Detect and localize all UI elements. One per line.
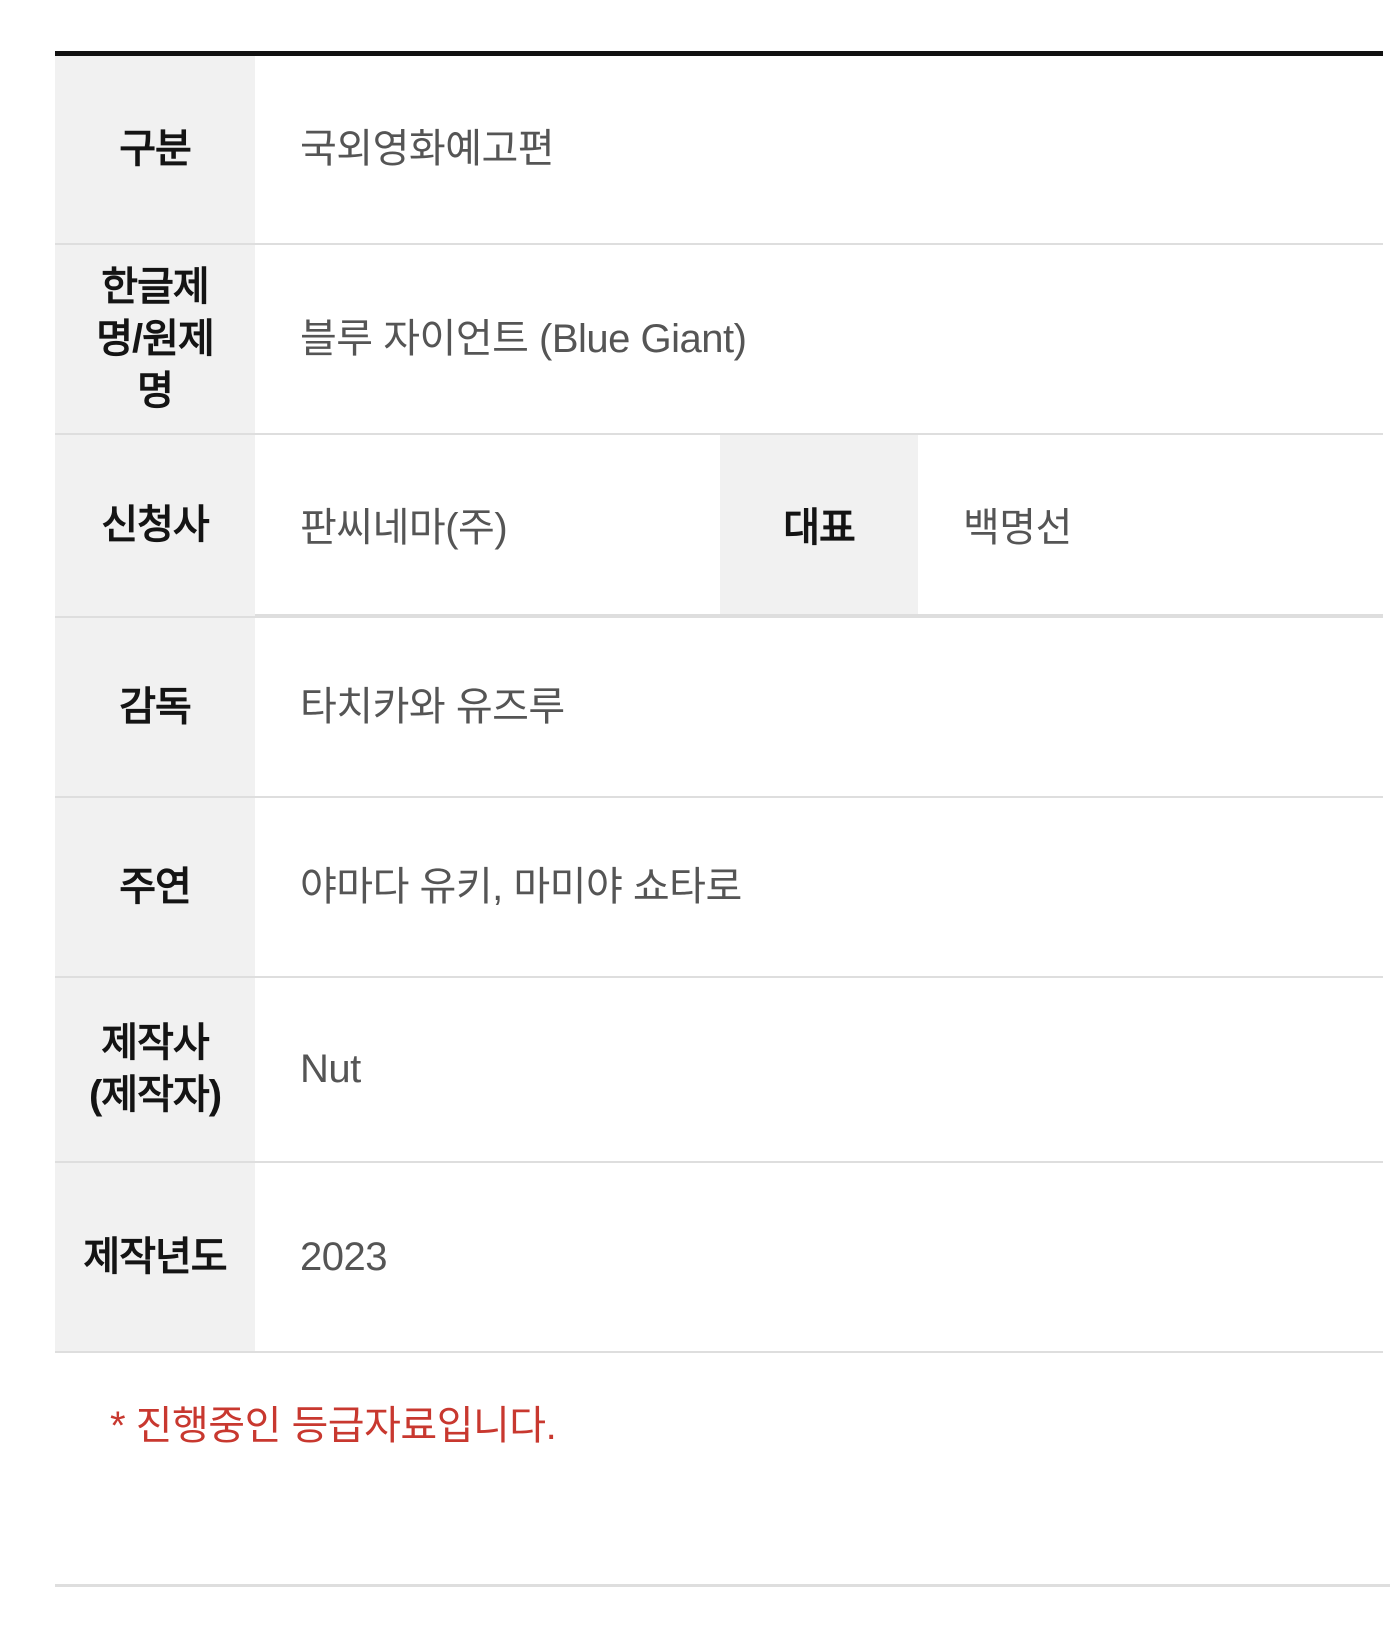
row-header-producer: 제작사 (제작자)	[55, 976, 255, 1162]
applicant-cell-group: 판씨네마(주) 대표 백명선	[255, 434, 1383, 617]
row-value-representative: 백명선	[918, 434, 1383, 615]
table-row-year: 제작년도 2023	[55, 1161, 1383, 1352]
table-row-applicant: 신청사 판씨네마(주) 대표 백명선	[55, 433, 1383, 617]
row-value-producer: Nut	[255, 976, 1383, 1162]
row-value-year: 2023	[255, 1161, 1383, 1352]
row-header-director: 감독	[55, 616, 255, 797]
producer-header-line1: 제작사	[101, 1021, 209, 1065]
table-row-producer: 제작사 (제작자) Nut	[55, 976, 1383, 1162]
table-row-cast: 주연 야마다 유키, 마미야 쇼타로	[55, 796, 1383, 977]
title-header-line3: 명	[137, 368, 174, 413]
row-header-representative: 대표	[720, 434, 918, 615]
row-header-year: 제작년도	[55, 1161, 255, 1352]
row-value-type: 국외영화예고편	[255, 53, 1383, 244]
row-header-title: 한글제명/원제명	[55, 243, 255, 434]
row-value-applicant: 판씨네마(주)	[255, 434, 720, 615]
row-header-applicant: 신청사	[55, 433, 255, 617]
table-row-director: 감독 타치카와 유즈루	[55, 616, 1383, 797]
row-value-title: 블루 자이언트 (Blue Giant)	[255, 243, 1383, 434]
row-header-type: 구분	[55, 53, 255, 244]
title-header-line2: 명/원제	[96, 316, 215, 361]
title-header-line1: 한글제	[101, 264, 209, 309]
table-row-title: 한글제명/원제명 블루 자이언트 (Blue Giant)	[55, 243, 1383, 434]
producer-header-line2: (제작자)	[88, 1073, 222, 1117]
in-progress-notice: * 진행중인 등급자료입니다.	[110, 1404, 557, 1448]
row-value-cast: 야마다 유키, 마미야 쇼타로	[255, 796, 1383, 977]
table-row-type: 구분 국외영화예고편	[55, 53, 1383, 244]
rating-info-page: 구분 국외영화예고편 한글제명/원제명 블루 자이언트 (Blue Giant)…	[0, 0, 1390, 1631]
row-value-director: 타치카와 유즈루	[255, 616, 1383, 797]
film-info-table: 구분 국외영화예고편 한글제명/원제명 블루 자이언트 (Blue Giant)…	[55, 51, 1383, 1353]
row-header-cast: 주연	[55, 796, 255, 977]
bottom-divider	[55, 1584, 1390, 1587]
